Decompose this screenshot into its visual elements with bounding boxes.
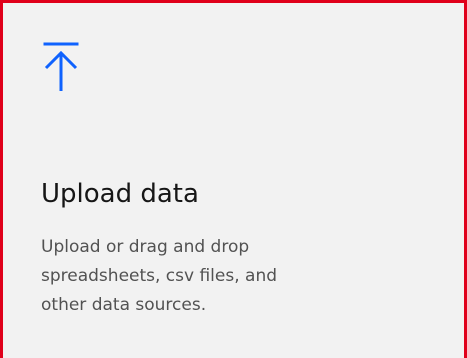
description-line: spreadsheets, csv files, and: [41, 266, 278, 286]
description-line: Upload or drag and drop: [41, 237, 250, 257]
tile-title: Upload data: [41, 179, 199, 209]
tile-description: Upload or drag and drop spreadsheets, cs…: [41, 233, 371, 320]
upload-icon: [41, 41, 81, 93]
upload-data-tile[interactable]: Upload data Upload or drag and drop spre…: [0, 0, 467, 358]
description-line: other data sources.: [41, 295, 207, 315]
